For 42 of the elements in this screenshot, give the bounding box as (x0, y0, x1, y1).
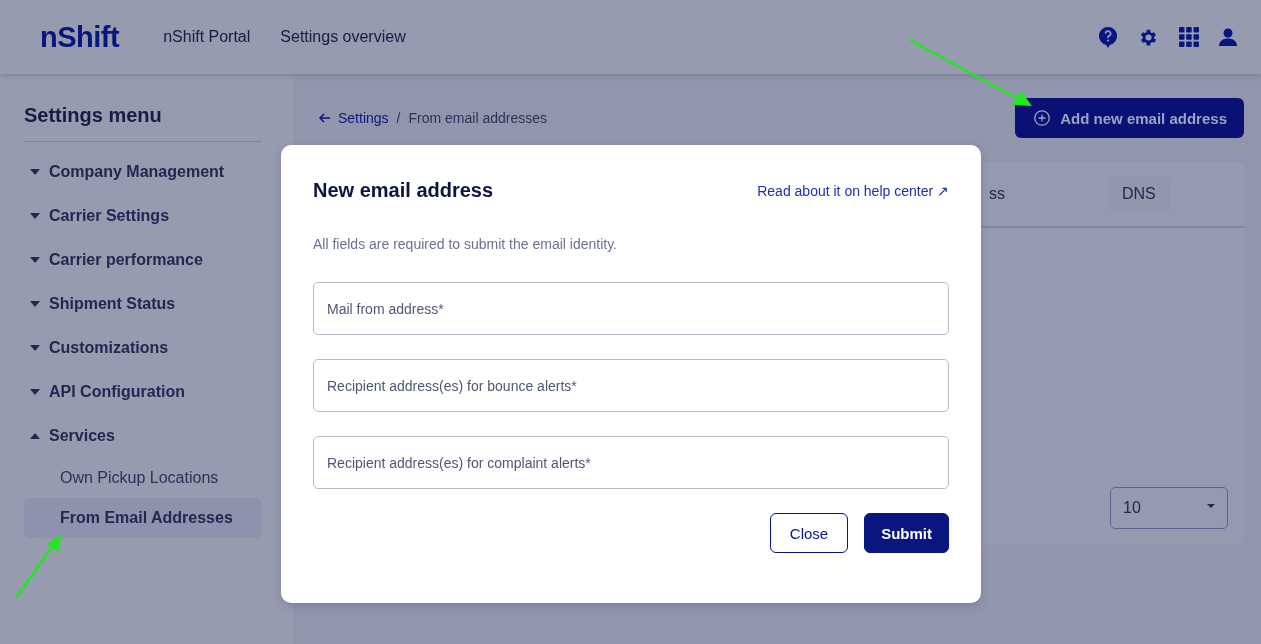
caret-icon (30, 169, 40, 175)
modal-note: All fields are required to submit the email identity. (313, 236, 618, 252)
caret-icon (1207, 504, 1215, 508)
user-icon[interactable] (1219, 28, 1237, 46)
menu-group[interactable]: Shipment Status (24, 282, 262, 326)
column-header: ss (989, 185, 1005, 202)
sidebar-title: Settings menu (24, 104, 262, 142)
menu-group[interactable]: Company Management (24, 150, 262, 194)
caret-icon (30, 345, 40, 351)
caret-icon (30, 301, 40, 307)
close-button[interactable]: Close (769, 513, 849, 553)
caret-icon (30, 389, 40, 395)
menu-group[interactable]: Services (24, 414, 262, 458)
breadcrumb-current: From email addresses (408, 110, 547, 126)
menu-item[interactable]: Own Pickup Locations (24, 458, 262, 498)
nav-link[interactable]: Settings overview (280, 28, 406, 46)
nav-link[interactable]: nShift Portal (163, 28, 251, 46)
caret-icon (30, 257, 40, 263)
help-center-link[interactable]: Read about it on help center ↗ (757, 182, 949, 199)
menu-group[interactable]: Carrier performance (24, 238, 262, 282)
input-field[interactable]: Recipient address(es) for bounce alerts* (313, 359, 949, 412)
help-icon[interactable] (1098, 26, 1118, 48)
logo[interactable]: nShift (40, 20, 120, 54)
caret-icon (30, 433, 40, 439)
submit-button[interactable]: Submit (864, 513, 949, 553)
menu-group[interactable]: API Configuration (24, 370, 262, 414)
add-email-button[interactable]: Add new email address (1015, 98, 1244, 138)
input-field[interactable]: Recipient address(es) for complaint alerts* (313, 436, 949, 489)
apps-grid-icon[interactable] (1179, 27, 1199, 47)
breadcrumb-separator: / (396, 110, 401, 126)
plus-circle-icon (1034, 110, 1051, 126)
menu-group[interactable]: Customizations (24, 326, 262, 370)
caret-icon (30, 213, 40, 219)
input-field[interactable]: Mail from address* (313, 282, 949, 335)
page-size-select[interactable]: 10 (1110, 487, 1228, 529)
modal-title: New email address (313, 179, 494, 202)
menu-group[interactable]: Carrier Settings (24, 194, 262, 238)
menu-item[interactable]: From Email Addresses (24, 498, 262, 538)
breadcrumb-link[interactable]: Settings (319, 110, 389, 126)
back-arrow-icon (319, 113, 331, 123)
column-header: DNS (1122, 185, 1156, 202)
annotation-arrow (14, 532, 64, 600)
